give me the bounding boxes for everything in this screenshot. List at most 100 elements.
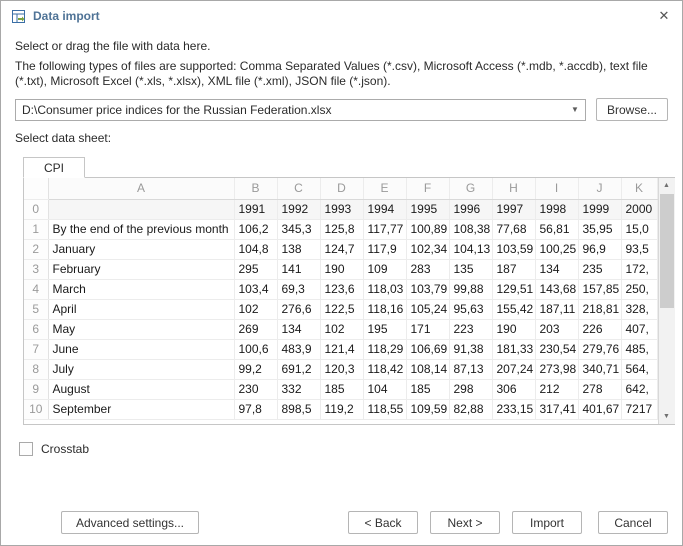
grid-cell[interactable]: 7217 <box>621 399 657 419</box>
grid-cell[interactable]: 97,8 <box>234 399 277 419</box>
grid-cell[interactable]: 155,42 <box>492 299 535 319</box>
column-header-h[interactable]: H <box>492 178 535 199</box>
row-header-4[interactable]: 4 <box>24 279 48 299</box>
grid-cell[interactable]: 279,76 <box>578 339 621 359</box>
grid-cell[interactable]: 125,8 <box>320 219 363 239</box>
grid-cell[interactable]: 129,51 <box>492 279 535 299</box>
grid-cell[interactable]: 118,42 <box>363 359 406 379</box>
row-header-6[interactable]: 6 <box>24 319 48 339</box>
grid-cell[interactable]: 143,68 <box>535 279 578 299</box>
grid-cell[interactable]: 99,2 <box>234 359 277 379</box>
row-header-9[interactable]: 9 <box>24 379 48 399</box>
grid-cell[interactable]: 332 <box>277 379 320 399</box>
column-header-g[interactable]: G <box>449 178 492 199</box>
grid-cell[interactable]: 295 <box>234 259 277 279</box>
crosstab-checkbox[interactable] <box>19 442 33 456</box>
row-header-0[interactable]: 0 <box>24 199 48 219</box>
grid-cell[interactable]: 100,6 <box>234 339 277 359</box>
grid-cell[interactable]: 109,59 <box>406 399 449 419</box>
row-header-1[interactable]: 1 <box>24 219 48 239</box>
file-path-combobox[interactable]: D:\Consumer price indices for the Russia… <box>15 99 586 121</box>
grid-cell[interactable]: 134 <box>535 259 578 279</box>
grid-cell[interactable]: 103,59 <box>492 239 535 259</box>
grid-cell[interactable]: 190 <box>492 319 535 339</box>
grid-cell[interactable]: 138 <box>277 239 320 259</box>
grid-cell[interactable]: 100,25 <box>535 239 578 259</box>
grid-cell[interactable]: 118,16 <box>363 299 406 319</box>
grid-cell[interactable]: 124,7 <box>320 239 363 259</box>
grid-cell[interactable]: 105,24 <box>406 299 449 319</box>
grid-cell[interactable]: 1993 <box>320 199 363 219</box>
grid-cell[interactable]: 15,0 <box>621 219 657 239</box>
column-header-a[interactable]: A <box>48 178 234 199</box>
grid-cell[interactable]: January <box>48 239 234 259</box>
grid-cell[interactable]: 485, <box>621 339 657 359</box>
grid-cell[interactable]: May <box>48 319 234 339</box>
grid-cell[interactable]: 691,2 <box>277 359 320 379</box>
grid-cell[interactable]: 212 <box>535 379 578 399</box>
grid-cell[interactable]: 103,79 <box>406 279 449 299</box>
grid-cell[interactable]: 407, <box>621 319 657 339</box>
grid-cell[interactable]: 104,13 <box>449 239 492 259</box>
grid-cell[interactable]: 218,81 <box>578 299 621 319</box>
import-button[interactable]: Import <box>512 511 582 534</box>
grid-cell[interactable]: 230 <box>234 379 277 399</box>
grid-cell[interactable]: 203 <box>535 319 578 339</box>
grid-cell[interactable]: 1994 <box>363 199 406 219</box>
grid-cell[interactable]: 109 <box>363 259 406 279</box>
grid-cell[interactable]: February <box>48 259 234 279</box>
grid-cell[interactable]: 118,29 <box>363 339 406 359</box>
grid-cell[interactable]: 269 <box>234 319 277 339</box>
grid-cell[interactable]: 119,2 <box>320 399 363 419</box>
grid-cell[interactable]: 77,68 <box>492 219 535 239</box>
grid-cell[interactable]: 123,6 <box>320 279 363 299</box>
grid-cell[interactable]: 185 <box>320 379 363 399</box>
grid-cell[interactable]: 190 <box>320 259 363 279</box>
grid-cell[interactable]: 93,5 <box>621 239 657 259</box>
grid-cell[interactable]: April <box>48 299 234 319</box>
grid-cell[interactable]: 56,81 <box>535 219 578 239</box>
grid-cell[interactable]: 171 <box>406 319 449 339</box>
grid-cell[interactable]: 103,4 <box>234 279 277 299</box>
row-header-3[interactable]: 3 <box>24 259 48 279</box>
grid-cell[interactable]: 273,98 <box>535 359 578 379</box>
grid-cell[interactable]: March <box>48 279 234 299</box>
grid-cell[interactable]: 235 <box>578 259 621 279</box>
back-button[interactable]: < Back <box>348 511 418 534</box>
grid-cell[interactable]: 106,69 <box>406 339 449 359</box>
row-header-10[interactable]: 10 <box>24 399 48 419</box>
grid-cell[interactable]: 117,9 <box>363 239 406 259</box>
grid-cell[interactable]: 108,38 <box>449 219 492 239</box>
grid-cell[interactable]: 1996 <box>449 199 492 219</box>
grid-cell[interactable]: 306 <box>492 379 535 399</box>
grid-cell[interactable]: 134 <box>277 319 320 339</box>
grid-cell[interactable]: July <box>48 359 234 379</box>
grid-cell[interactable]: 185 <box>406 379 449 399</box>
column-header-c[interactable]: C <box>277 178 320 199</box>
grid-cell[interactable]: 345,3 <box>277 219 320 239</box>
close-icon[interactable]: ✕ <box>646 1 682 31</box>
grid-cell[interactable]: 91,38 <box>449 339 492 359</box>
grid-cell[interactable]: 298 <box>449 379 492 399</box>
grid-cell[interactable]: 104,8 <box>234 239 277 259</box>
row-header-2[interactable]: 2 <box>24 239 48 259</box>
grid-cell[interactable]: 1992 <box>277 199 320 219</box>
grid-cell[interactable]: 100,89 <box>406 219 449 239</box>
grid-cell[interactable]: 642, <box>621 379 657 399</box>
row-header-7[interactable]: 7 <box>24 339 48 359</box>
grid-cell[interactable]: 102,34 <box>406 239 449 259</box>
grid-cell[interactable]: By the end of the previous month <box>48 219 234 239</box>
grid-cell[interactable]: 207,24 <box>492 359 535 379</box>
grid-cell[interactable]: 250, <box>621 279 657 299</box>
tab-cpi[interactable]: CPI <box>23 157 85 178</box>
grid-cell[interactable]: 106,2 <box>234 219 277 239</box>
grid-cell[interactable]: 1991 <box>234 199 277 219</box>
grid-cell[interactable]: 135 <box>449 259 492 279</box>
grid-cell[interactable]: 117,77 <box>363 219 406 239</box>
chevron-down-icon[interactable]: ▼ <box>565 105 585 114</box>
grid-cell[interactable]: 95,63 <box>449 299 492 319</box>
scroll-down-icon[interactable]: ▼ <box>659 409 675 424</box>
next-button[interactable]: Next > <box>430 511 500 534</box>
grid-cell[interactable]: 141 <box>277 259 320 279</box>
grid-cell[interactable]: 87,13 <box>449 359 492 379</box>
